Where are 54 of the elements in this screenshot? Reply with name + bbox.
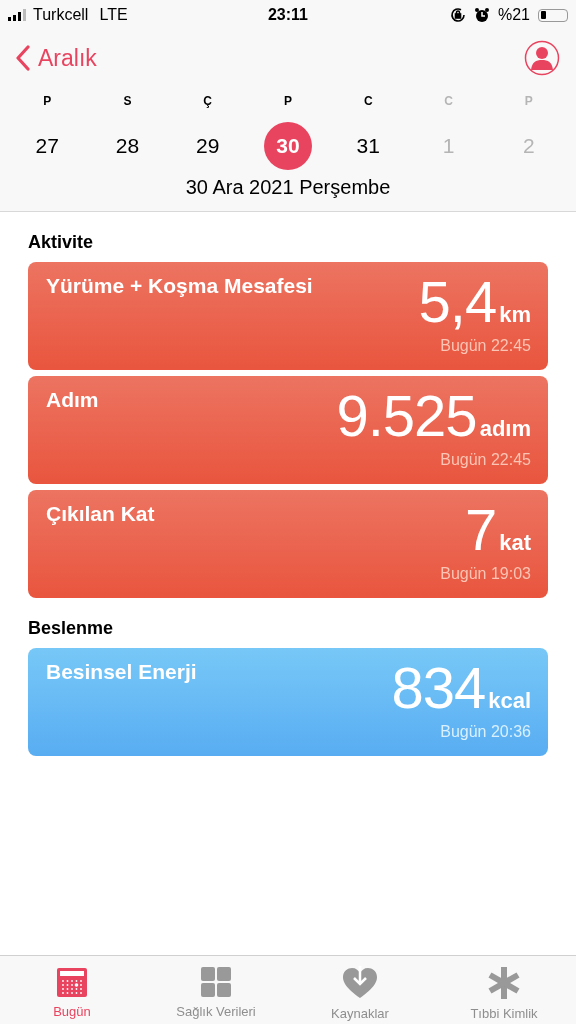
signal-icon (8, 9, 28, 21)
metric-title: Adım (46, 388, 99, 413)
asterisk-icon (487, 966, 521, 1000)
metric-value: 9.525 (336, 382, 477, 449)
metric-time: Bugün 22:45 (440, 451, 531, 469)
metric-value: 834 (391, 654, 486, 721)
calendar-icon (56, 966, 88, 998)
weekday-label: S (123, 94, 132, 110)
clock-time: 23:11 (267, 6, 308, 23)
metric-unit: km (499, 302, 531, 328)
day-button[interactable]: 29 (183, 122, 232, 170)
metric-unit: kat (499, 530, 531, 556)
metric-title: Çıkılan Kat (46, 502, 155, 527)
metric-unit: kcal (488, 688, 531, 714)
carrier-name: Turkcell (33, 6, 89, 24)
metric-title: Yürüme + Koşma Mesafesi (46, 274, 313, 299)
battery-percent: %21 (497, 6, 530, 24)
rotation-lock-icon (449, 7, 466, 23)
day-button[interactable]: 27 (23, 122, 72, 170)
back-button[interactable]: Aralık (16, 44, 97, 72)
tab-item[interactable]: Sağlık Verileri (144, 956, 288, 1024)
profile-icon[interactable] (524, 40, 560, 76)
alarm-icon (473, 7, 490, 23)
section-title: Aktivite (28, 232, 95, 253)
tab-item[interactable]: Bugün (0, 956, 144, 1024)
weekday-label: P (524, 94, 533, 110)
day-button[interactable]: 30 (264, 122, 312, 170)
metric-time: Bugün 20:36 (440, 723, 531, 741)
metric-card[interactable]: Çıkılan Kat 7 kat Bugün 19:03 (28, 490, 548, 598)
heart-download-icon (342, 966, 378, 1000)
date-title: 30 Ara 2021 Perşembe (185, 176, 391, 199)
weekday-label: Ç (203, 94, 213, 110)
metric-card[interactable]: Adım 9.525 adım Bugün 22:45 (28, 376, 548, 484)
metric-title: Besinsel Enerji (46, 660, 197, 685)
metric-unit: adım (479, 416, 531, 442)
network-type: LTE (99, 6, 128, 24)
metric-time: Bugün 19:03 (440, 565, 531, 583)
day-button[interactable]: 28 (103, 122, 152, 170)
weekday-label: C (444, 94, 453, 110)
weekday-label: P (43, 94, 52, 110)
metric-card[interactable]: Yürüme + Koşma Mesafesi 5,4km Bugün 22:45 (28, 262, 548, 370)
weekday-label: P (284, 94, 292, 110)
tab-item[interactable]: Kaynaklar (288, 956, 432, 1024)
metric-value: 7 (464, 496, 497, 563)
back-chevron-icon (16, 45, 30, 71)
day-button[interactable]: 31 (344, 122, 393, 170)
metric-value: 5,4 (418, 268, 497, 335)
metric-card[interactable]: Besinsel Enerji 834kcal Bugün 20:36 (28, 648, 548, 756)
tab-item[interactable]: Tıbbi Kimlik (432, 956, 576, 1024)
section-title: Beslenme (28, 618, 115, 639)
weekday-label: C (363, 94, 373, 110)
metric-time: Bugün 22:45 (440, 337, 531, 355)
battery-icon (538, 8, 568, 22)
grid-icon (200, 966, 232, 998)
